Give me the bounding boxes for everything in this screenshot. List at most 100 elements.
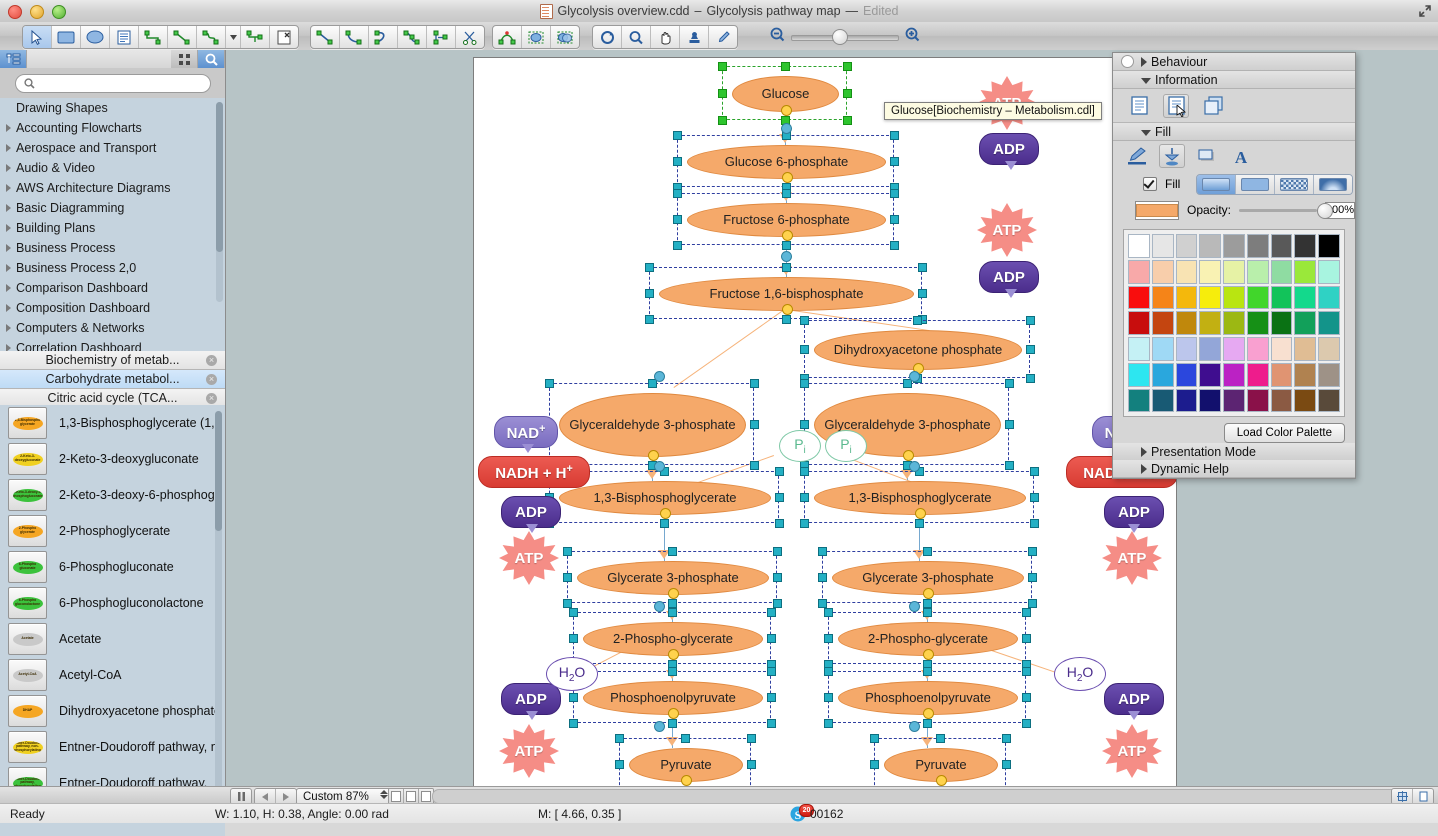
palette-swatch-5-6[interactable] bbox=[1270, 362, 1293, 387]
library-category-9[interactable]: Comparison Dashboard bbox=[0, 278, 225, 298]
shape-list-scrollbar[interactable] bbox=[215, 411, 222, 811]
selection-handle[interactable] bbox=[767, 634, 776, 643]
selection-handle[interactable] bbox=[718, 62, 727, 71]
text-style-icon[interactable]: A bbox=[1229, 145, 1253, 167]
connection-point[interactable] bbox=[654, 601, 665, 612]
rotate-handle[interactable] bbox=[668, 588, 679, 599]
fill-checkbox[interactable] bbox=[1143, 177, 1157, 191]
connection-point[interactable] bbox=[654, 461, 665, 472]
selection-handle[interactable] bbox=[767, 693, 776, 702]
selection-handle[interactable] bbox=[781, 315, 791, 324]
palette-swatch-0-5[interactable] bbox=[1246, 234, 1269, 258]
selection-handle[interactable] bbox=[569, 693, 578, 702]
selection-handle[interactable] bbox=[615, 734, 624, 743]
palette-swatch-3-4[interactable] bbox=[1223, 311, 1245, 336]
selection-handle[interactable] bbox=[890, 189, 899, 198]
library-category-6[interactable]: Building Plans bbox=[0, 218, 225, 238]
fill-color-well[interactable] bbox=[1135, 200, 1179, 220]
selection-handle[interactable] bbox=[1022, 634, 1031, 643]
pointer-tool[interactable] bbox=[23, 26, 52, 48]
selection-handle[interactable] bbox=[668, 719, 677, 728]
selection-handle[interactable] bbox=[1022, 608, 1031, 617]
close-icon[interactable]: × bbox=[206, 393, 217, 404]
palette-swatch-4-6[interactable] bbox=[1270, 337, 1293, 361]
selection-handle[interactable] bbox=[923, 547, 932, 556]
palette-swatch-2-6[interactable] bbox=[1270, 285, 1293, 310]
diagram-node-gap1[interactable]: Glyceraldehyde 3-phosphate bbox=[559, 393, 746, 457]
selection-handle[interactable] bbox=[773, 599, 782, 608]
selection-handle[interactable] bbox=[800, 379, 809, 388]
rotate-handle[interactable] bbox=[936, 775, 947, 786]
palette-swatch-6-1[interactable] bbox=[1151, 388, 1174, 413]
rotate-handle[interactable] bbox=[923, 708, 934, 719]
rotate-tool[interactable] bbox=[593, 26, 622, 48]
shape-list-item[interactable]: 1,3-Bisphospho glycerate 1,3-Bisphosphogl… bbox=[0, 405, 225, 441]
palette-swatch-6-8[interactable] bbox=[1318, 388, 1340, 413]
palette-swatch-5-3[interactable] bbox=[1199, 362, 1222, 387]
selection-handle[interactable] bbox=[818, 599, 827, 608]
selection-handle[interactable] bbox=[1026, 316, 1035, 325]
palette-swatch-1-7[interactable] bbox=[1294, 259, 1317, 284]
selection-handle[interactable] bbox=[668, 667, 677, 676]
palette-swatch-6-5[interactable] bbox=[1246, 388, 1269, 413]
horizontal-scrollbar[interactable] bbox=[432, 789, 1414, 804]
palette-swatch-0-4[interactable] bbox=[1223, 234, 1245, 258]
diagram-content[interactable]: Glucose Glucose 6-phosphate Fructose 6-pho… bbox=[474, 58, 1176, 786]
palette-swatch-6-7[interactable] bbox=[1294, 388, 1317, 413]
tree-connector-tool[interactable] bbox=[241, 26, 270, 48]
line-tool[interactable] bbox=[311, 26, 340, 48]
cofactor-pi-2[interactable]: Pi bbox=[825, 430, 867, 462]
palette-swatch-3-8[interactable] bbox=[1318, 311, 1340, 336]
selection-handle[interactable] bbox=[668, 547, 677, 556]
selection-handle[interactable] bbox=[668, 599, 677, 608]
shape-list-item[interactable]: 6-Phospho gluconate 6-Phosphogluconate bbox=[0, 549, 225, 585]
shape-list[interactable]: 1,3-Bisphospho glycerate 1,3-Bisphosphogl… bbox=[0, 405, 225, 836]
zoom-in-icon[interactable] bbox=[905, 27, 920, 45]
shape-list-item[interactable]: Acetyl-CoA Acetyl-CoA bbox=[0, 657, 225, 693]
shape-list-item[interactable]: 2-Keto-3-deoxy-6-phosphogluconate 2-Keto-… bbox=[0, 477, 225, 513]
selection-handle[interactable] bbox=[1002, 734, 1011, 743]
selection-handle[interactable] bbox=[800, 519, 809, 528]
close-icon[interactable]: × bbox=[206, 355, 217, 366]
shape-list-item[interactable]: 2-Phospho glycerate 2-Phosphoglycerate bbox=[0, 513, 225, 549]
selection-handle[interactable] bbox=[1028, 573, 1037, 582]
zoom-slider[interactable] bbox=[791, 26, 899, 46]
palette-swatch-3-7[interactable] bbox=[1294, 311, 1317, 336]
arc-tool[interactable] bbox=[340, 26, 369, 48]
palette-swatch-6-6[interactable] bbox=[1270, 388, 1293, 413]
selection-handle[interactable] bbox=[645, 315, 654, 324]
selection-handle[interactable] bbox=[563, 573, 572, 582]
zoom-slider-knob[interactable] bbox=[832, 29, 849, 45]
selection-handle[interactable] bbox=[775, 493, 784, 502]
selection-handle[interactable] bbox=[750, 420, 759, 429]
selection-handle[interactable] bbox=[750, 461, 759, 470]
rotate-handle[interactable] bbox=[781, 304, 793, 315]
document-info-icon[interactable] bbox=[1127, 95, 1151, 117]
stamp-tool[interactable] bbox=[680, 26, 709, 48]
zoom-out-icon[interactable] bbox=[770, 27, 785, 45]
library-category-0[interactable]: Drawing Shapes bbox=[0, 98, 225, 118]
selection-handle[interactable] bbox=[800, 493, 809, 502]
palette-swatch-0-3[interactable] bbox=[1199, 234, 1222, 258]
zoom-stepper[interactable] bbox=[380, 790, 388, 799]
palette-swatch-5-1[interactable] bbox=[1151, 362, 1174, 387]
selection-handle[interactable] bbox=[780, 62, 790, 71]
inspector-section-behaviour[interactable]: Behaviour bbox=[1113, 53, 1355, 71]
open-library-0[interactable]: Biochemistry of metab... × bbox=[0, 351, 225, 370]
palette-swatch-1-1[interactable] bbox=[1151, 259, 1174, 284]
connection-point[interactable] bbox=[781, 123, 792, 134]
opacity-slider-knob[interactable] bbox=[1317, 203, 1334, 219]
library-category-7[interactable]: Business Process bbox=[0, 238, 225, 258]
inspector-section-presentation-mode[interactable]: Presentation Mode bbox=[1113, 443, 1355, 461]
palette-swatch-4-0[interactable] bbox=[1128, 337, 1150, 361]
library-path-field[interactable] bbox=[27, 50, 171, 68]
library-list-scrollbar[interactable] bbox=[216, 102, 223, 302]
selection-handle[interactable] bbox=[563, 547, 572, 556]
palette-swatch-4-3[interactable] bbox=[1199, 337, 1222, 361]
rotate-handle[interactable] bbox=[780, 105, 792, 116]
selection-handle[interactable] bbox=[781, 241, 791, 250]
palette-swatch-1-8[interactable] bbox=[1318, 259, 1340, 284]
selection-handle[interactable] bbox=[1030, 493, 1039, 502]
rotate-handle[interactable] bbox=[923, 588, 934, 599]
palette-swatch-1-0[interactable] bbox=[1128, 259, 1150, 284]
